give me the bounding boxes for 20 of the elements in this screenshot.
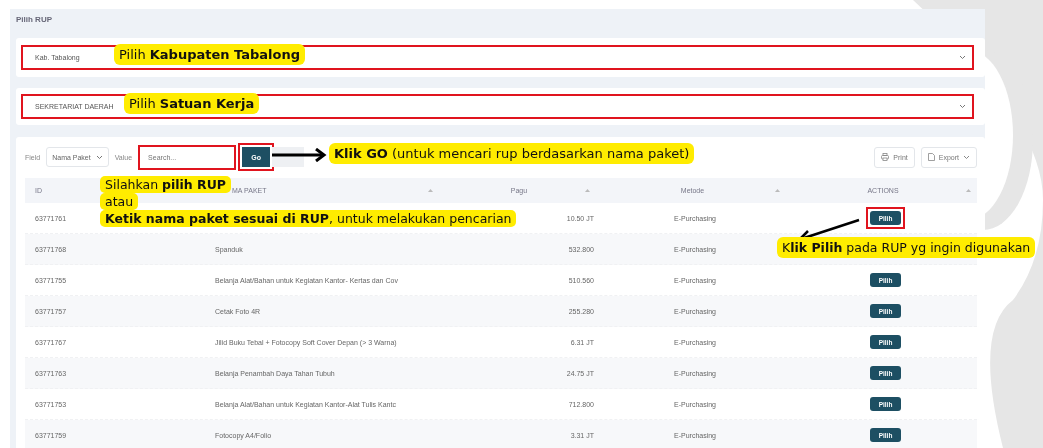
- chevron-down-icon: [959, 104, 966, 109]
- callout: Pilih Kabupaten Tabalong: [114, 44, 306, 65]
- sort-icon[interactable]: [585, 189, 590, 192]
- sort-icon[interactable]: [775, 189, 780, 192]
- callout: Klik GO (untuk mencari rup berdasarkan nama paket): [329, 143, 695, 164]
- callout: Pilih Satuan Kerja: [124, 93, 260, 114]
- secondary-button[interactable]: [272, 147, 305, 167]
- page-title: Pilih RUP: [16, 15, 53, 26]
- document-icon: [927, 153, 935, 161]
- chevron-down-icon: [959, 55, 966, 60]
- sort-icon[interactable]: [428, 189, 433, 192]
- callout: atau: [100, 193, 139, 210]
- callout: Silahkan pilih RUP: [100, 176, 232, 193]
- callout: Klik Pilih pada RUP yg ingin digunakan: [777, 237, 1036, 258]
- arrow: [272, 148, 328, 162]
- chevron-down-icon: [95, 154, 103, 160]
- chevron-down-icon: [963, 154, 970, 160]
- sort-icon[interactable]: [966, 189, 971, 192]
- callout: Ketik nama paket sesuai di RUP, untuk melakukan pencarian: [100, 210, 517, 227]
- printer-icon: [881, 153, 890, 161]
